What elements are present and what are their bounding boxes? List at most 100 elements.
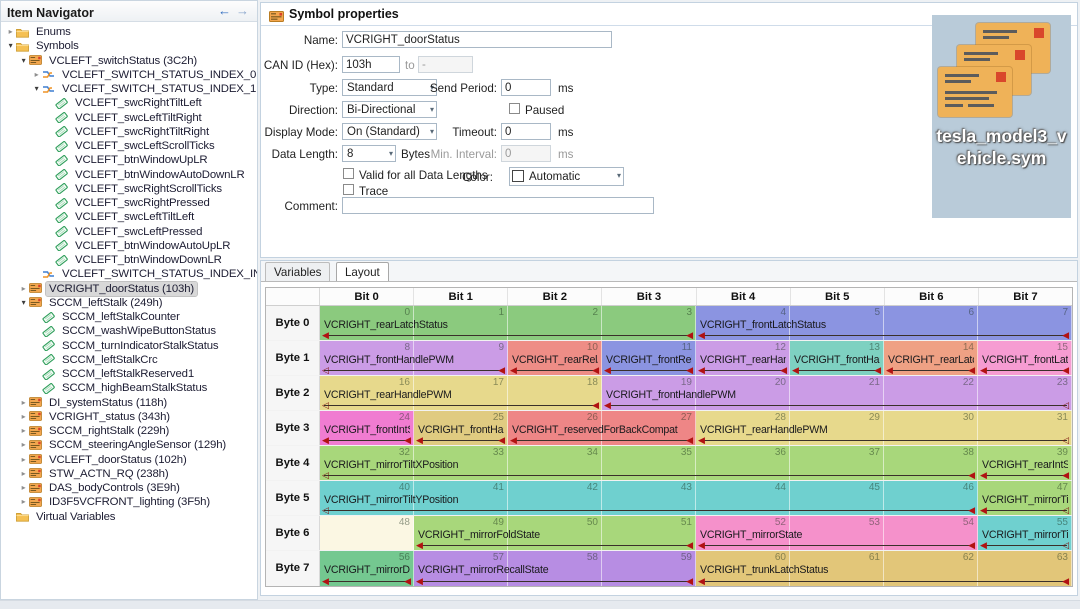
tree-item[interactable]: ▸ VCLEFT_doorStatus (102h) [1,453,257,467]
tab-variables[interactable]: Variables [265,262,331,281]
tree-item[interactable]: SCCM_turnIndicatorStalkStatus [1,339,257,353]
tree-item[interactable]: VCLEFT_btnWindowAutoUpLR [1,239,257,253]
chevron-collapsed-icon[interactable]: ▸ [18,282,29,296]
tree-item[interactable]: ▸ VCRIGHT_doorStatus (103h) [1,280,257,297]
send-period-input[interactable] [501,79,551,96]
trace-checkbox[interactable] [343,184,354,195]
variable-label[interactable]: VCRIGHT_trunkLatchStatus [696,564,1068,576]
chevron-collapsed-icon[interactable]: ▸ [18,495,29,509]
variable-label[interactable]: VCRIGHT_frontLatchS... [978,354,1068,366]
valid-all-lengths-checkbox[interactable] [343,168,354,179]
tree-item[interactable]: VCLEFT_swcLeftScrollTicks [1,139,257,153]
tree-item[interactable]: ▾ SCCM_leftStalk (249h) [1,296,257,310]
tree-item[interactable]: VCLEFT_btnWindowDownLR [1,253,257,267]
variable-label[interactable]: VCRIGHT_frontHandlePWM [320,354,504,366]
tree-item[interactable]: ▸ Enums [1,25,257,39]
chevron-collapsed-icon[interactable]: ▸ [18,467,29,481]
chevron-collapsed-icon[interactable]: ▸ [18,410,29,424]
variable-label[interactable]: VCRIGHT_mirrorDipp... [320,564,410,576]
color-select[interactable]: Automatic ▾ [509,167,624,186]
variable-label[interactable]: VCRIGHT_frontHandle... [790,354,880,366]
chevron-collapsed-icon[interactable]: ▸ [5,25,16,39]
timeout-label: Timeout: [452,126,497,139]
tree-item[interactable]: ▸ DI_systemStatus (118h) [1,396,257,410]
filled-arrow-icon: ◀ [498,364,505,375]
variable-label[interactable]: VCRIGHT_rearHandle... [696,354,786,366]
tree-item[interactable]: ▸ SCCM_steeringAngleSensor (129h) [1,438,257,452]
chevron-expanded-icon[interactable]: ▾ [18,54,29,68]
tree-item[interactable]: SCCM_leftStalkCounter [1,310,257,324]
tree-item[interactable]: VCLEFT_swcRightScrollTicks [1,182,257,196]
variable-label[interactable]: VCRIGHT_rearLatchStatus [320,319,692,331]
canid-input[interactable] [342,56,400,73]
tab-layout[interactable]: Layout [335,262,389,281]
variable-label[interactable]: VCRIGHT_frontIntSwit... [320,424,410,436]
tree-item[interactable]: ▸ STW_ACTN_RQ (238h) [1,467,257,481]
chevron-collapsed-icon[interactable]: ▸ [18,438,29,452]
variable-label[interactable]: VCRIGHT_rearHandlePWM [696,424,1068,436]
variable-label[interactable]: VCRIGHT_frontHandle... [414,424,504,436]
tree-item[interactable]: ▸ SCCM_rightStalk (229h) [1,424,257,438]
chevron-collapsed-icon[interactable]: ▸ [18,396,29,410]
layout-panel: Variables Layout Bit 0 Bit 1 Bit 2 Bit 3 Bit… [260,260,1078,596]
tree-item[interactable]: SCCM_leftStalkCrc [1,353,257,367]
tree-item[interactable]: VCLEFT_SWITCH_STATUS_INDEX_INVAL [1,267,257,281]
tree-item[interactable]: ▸ VCLEFT_SWITCH_STATUS_INDEX_0 [1,68,257,82]
variable-label[interactable]: VCRIGHT_rearHandlePWM [320,389,598,401]
chevron-expanded-icon[interactable]: ▾ [31,82,42,96]
chevron-collapsed-icon[interactable]: ▸ [18,424,29,438]
var-icon [42,325,57,337]
navigate-back-icon[interactable]: ← [218,3,231,18]
tree-item[interactable]: VCLEFT_swcLeftTiltLeft [1,210,257,224]
variable-label[interactable]: VCRIGHT_rearLatchSw... [884,354,974,366]
tree-item[interactable]: ▾ Symbols [1,39,257,53]
variable-label[interactable]: VCRIGHT_reservedForBackCompat [508,424,692,436]
variable-label[interactable]: VCRIGHT_mirrorState [696,529,974,541]
tree-item[interactable]: ▸ DAS_bodyControls (3E9h) [1,481,257,495]
variable-label[interactable]: VCRIGHT_mirrorTiltXP... [978,494,1068,506]
variable-label[interactable]: VCRIGHT_frontLatchStatus [696,319,1068,331]
tree-item[interactable]: VCLEFT_swcLeftPressed [1,225,257,239]
tree-item[interactable]: VCLEFT_btnWindowAutoDownLR [1,168,257,182]
variable-label[interactable]: VCRIGHT_rearRelActu... [508,354,598,366]
variable-label[interactable]: VCRIGHT_mirrorRecallState [414,564,692,576]
tree-item[interactable]: SCCM_washWipeButtonStatus [1,324,257,338]
variable-label[interactable]: VCRIGHT_mirrorTiltYP... [978,529,1068,541]
tree-item[interactable]: VCLEFT_btnWindowUpLR [1,153,257,167]
tree-item[interactable]: ▸ ID3F5VCFRONT_lighting (3F5h) [1,495,257,509]
data-length-select[interactable]: 8 ▾ [342,145,396,162]
min-interval-input[interactable] [501,145,551,162]
tree-item[interactable]: ▾ VCLEFT_switchStatus (3C2h) [1,54,257,68]
display-mode-select[interactable]: On (Standard) ▾ [342,123,437,140]
name-input[interactable] [342,31,612,48]
bit-cell[interactable]: 48 [320,516,414,550]
variable-label[interactable]: VCRIGHT_mirrorTiltXPosition [320,459,974,471]
tree-item[interactable]: SCCM_leftStalkReserved1 [1,367,257,381]
chevron-collapsed-icon[interactable]: ▸ [18,481,29,495]
grid-body: Byte 0 0 1 2 3 VCRIGHT_rearLatchStatus ◀ ◀ 4 5 6 7 V… [266,306,1072,586]
chevron-collapsed-icon[interactable]: ▸ [31,68,42,82]
variable-label[interactable]: VCRIGHT_frontHandlePWM [602,389,1068,401]
variable-label[interactable]: VCRIGHT_frontRelAct... [602,354,692,366]
variable-label[interactable]: VCRIGHT_rearIntSwitc... [978,459,1068,471]
canid-to-input[interactable] [418,56,473,73]
chevron-collapsed-icon[interactable]: ▸ [18,453,29,467]
tree-item[interactable]: VCLEFT_swcRightTiltRight [1,125,257,139]
tree-item[interactable]: Virtual Variables [1,510,257,524]
comment-input[interactable] [342,197,654,214]
tree-item[interactable]: SCCM_highBeamStalkStatus [1,381,257,395]
tree-item[interactable]: ▾ VCLEFT_SWITCH_STATUS_INDEX_1 [1,82,257,96]
tree-item[interactable]: VCLEFT_swcLeftTiltRight [1,111,257,125]
tree-item[interactable]: VCLEFT_swcRightPressed [1,196,257,210]
timeout-input[interactable] [501,123,551,140]
tree-item[interactable]: ▸ VCRIGHT_status (343h) [1,410,257,424]
sym-file-icon[interactable]: tesla_model3_vehicle.sym [932,15,1071,218]
variable-label[interactable]: VCRIGHT_mirrorFoldState [414,529,692,541]
tree-item[interactable]: VCLEFT_swcRightTiltLeft [1,96,257,110]
direction-select[interactable]: Bi-Directional ▾ [342,101,437,118]
variable-label[interactable]: VCRIGHT_mirrorTiltYPosition [320,494,974,506]
chevron-expanded-icon[interactable]: ▾ [5,39,16,53]
paused-checkbox[interactable] [509,103,520,114]
navigate-forward-icon[interactable]: → [236,3,249,18]
chevron-expanded-icon[interactable]: ▾ [18,296,29,310]
